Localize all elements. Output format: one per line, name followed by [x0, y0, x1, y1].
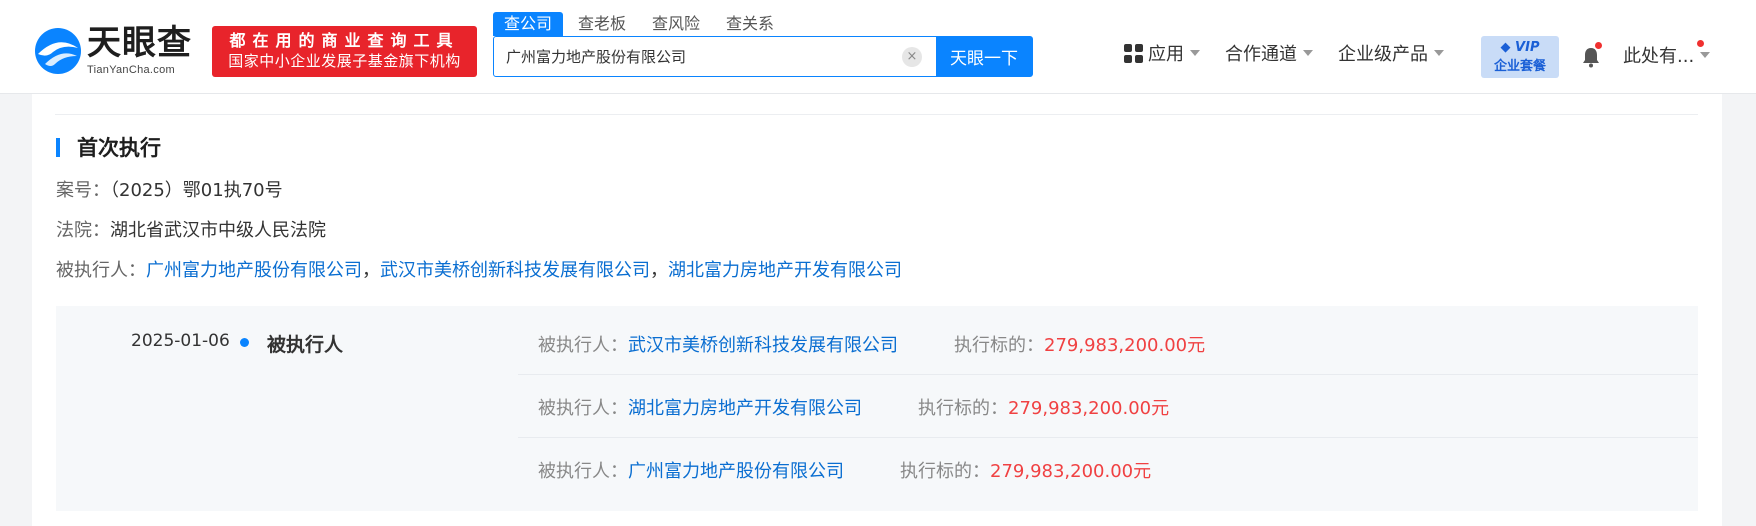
- executed-parties-row: 被执行人：广州富力地产股份有限公司，武汉市美桥创新科技发展有限公司，湖北富力房地…: [56, 256, 902, 282]
- execution-row: 被执行人：湖北富力房地产开发有限公司 执行标的：279,983,200.00元: [518, 374, 1698, 437]
- vip-label: ◆ VIP: [1500, 40, 1540, 55]
- executed-label: 被执行人：: [538, 398, 628, 419]
- executed-company-link[interactable]: 湖北富力房地产开发有限公司: [668, 260, 902, 281]
- search-box: × 天眼一下: [493, 36, 1033, 77]
- top-header: 天眼查 TianYanCha.com 都在用的商业查询工具 国家中小企业发展子基…: [0, 0, 1756, 94]
- nav-apps[interactable]: 应用: [1124, 40, 1200, 66]
- court-label: 法院：: [56, 220, 110, 241]
- execution-date: 2025-01-06: [131, 331, 230, 351]
- execution-role: 被执行人: [267, 334, 344, 356]
- vip-package-label: 企业套餐: [1493, 59, 1546, 74]
- chevron-down-icon: [1434, 50, 1444, 56]
- search-input[interactable]: [494, 37, 902, 76]
- amount-value: 279,983,200.00元: [990, 461, 1152, 482]
- user-name: 此处有...: [1623, 46, 1695, 67]
- apps-grid-icon: [1124, 43, 1143, 63]
- executed-company-link[interactable]: 武汉市美桥创新科技发展有限公司: [380, 260, 650, 281]
- court-value: 湖北省武汉市中级人民法院: [110, 220, 326, 241]
- executed-company-link[interactable]: 广州富力地产股份有限公司: [628, 461, 844, 482]
- bell-icon[interactable]: [1581, 42, 1602, 68]
- case-number-row: 案号：（2025）鄂01执70号: [56, 176, 283, 202]
- top-nav: 应用 合作通道 企业级产品: [1124, 40, 1469, 66]
- tab-company[interactable]: 查公司: [493, 12, 564, 36]
- logo[interactable]: 天眼查 TianYanCha.com: [33, 26, 192, 76]
- divider: [55, 114, 1698, 115]
- notification-dot: [1595, 42, 1602, 49]
- amount-value: 279,983,200.00元: [1008, 398, 1170, 419]
- nav-channels-label: 合作通道: [1225, 44, 1297, 65]
- executed-company-link[interactable]: 湖北富力房地产开发有限公司: [628, 398, 862, 419]
- amount-label: 执行标的：: [918, 398, 1008, 419]
- tab-relation[interactable]: 查关系: [715, 12, 785, 36]
- vip-badge[interactable]: ◆ VIP 企业套餐: [1481, 36, 1559, 78]
- slogan-line-2: 国家中小企业发展子基金旗下机构: [228, 52, 461, 70]
- search-button[interactable]: 天眼一下: [936, 37, 1032, 76]
- chevron-down-icon: [1190, 50, 1200, 56]
- case-value: （2025）鄂01执70号: [110, 180, 283, 201]
- case-label: 案号：: [56, 180, 110, 201]
- executed-label: 被执行人：: [56, 260, 146, 281]
- slogan-line-1: 都在用的商业查询工具: [229, 31, 460, 50]
- executed-company-link[interactable]: 广州富力地产股份有限公司: [146, 260, 362, 281]
- nav-enterprise[interactable]: 企业级产品: [1338, 40, 1444, 66]
- diamond-icon: ◆: [1500, 40, 1511, 55]
- court-row: 法院：湖北省武汉市中级人民法院: [56, 216, 326, 242]
- amount-label: 执行标的：: [900, 461, 990, 482]
- clear-icon[interactable]: ×: [902, 47, 922, 67]
- chevron-down-icon: [1700, 52, 1711, 58]
- amount-value: 279,983,200.00元: [1044, 335, 1206, 356]
- tab-boss[interactable]: 查老板: [567, 12, 637, 36]
- nav-channels[interactable]: 合作通道: [1225, 40, 1313, 66]
- logo-title: 天眼查: [87, 23, 192, 63]
- amount-label: 执行标的：: [954, 335, 1044, 356]
- nav-apps-label: 应用: [1148, 44, 1184, 65]
- section-title: 首次执行: [56, 132, 161, 162]
- executed-company-link[interactable]: 武汉市美桥创新科技发展有限公司: [628, 335, 898, 356]
- executed-label: 被执行人：: [538, 461, 628, 482]
- separator: ，: [362, 260, 380, 281]
- title-accent-bar: [56, 137, 60, 157]
- search-tabs: 查公司 查老板 查风险 查关系: [493, 12, 789, 36]
- nav-enterprise-label: 企业级产品: [1338, 44, 1428, 65]
- timeline-dot: [240, 338, 249, 347]
- execution-row: 被执行人：广州富力地产股份有限公司 执行标的：279,983,200.00元: [518, 437, 1698, 500]
- slogan-banner: 都在用的商业查询工具 国家中小企业发展子基金旗下机构: [212, 26, 477, 77]
- user-notification-dot: [1697, 40, 1704, 47]
- logo-subtitle: TianYanCha.com: [87, 64, 175, 76]
- separator: ，: [650, 260, 668, 281]
- execution-row: 被执行人：武汉市美桥创新科技发展有限公司 执行标的：279,983,200.00元: [518, 311, 1698, 374]
- executed-label: 被执行人：: [538, 335, 628, 356]
- logo-eye-icon: [33, 26, 83, 76]
- tab-risk[interactable]: 查风险: [641, 12, 711, 36]
- user-menu[interactable]: 此处有...: [1623, 40, 1711, 68]
- chevron-down-icon: [1303, 50, 1313, 56]
